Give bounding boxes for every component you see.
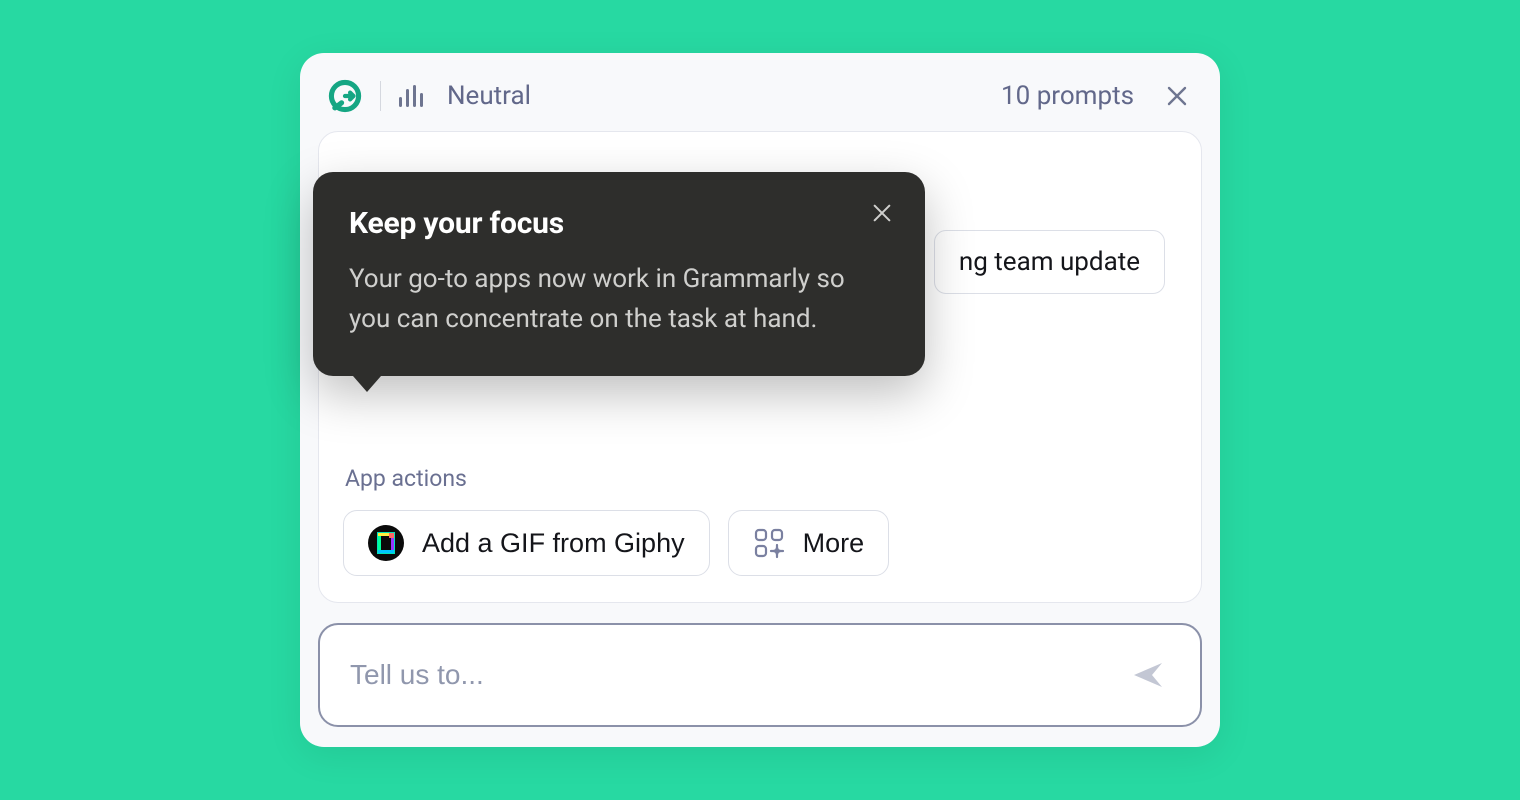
close-button[interactable] — [1162, 81, 1192, 111]
app-actions-row: Add a GIF from Giphy More — [343, 510, 1177, 576]
prompt-input[interactable] — [350, 659, 1126, 691]
assistant-panel: Neutral 10 prompts ng team update App ac… — [300, 53, 1220, 747]
prompt-input-row — [318, 623, 1202, 727]
suggestion-chip-label: ng team update — [959, 247, 1140, 277]
divider — [380, 81, 381, 111]
more-actions-button[interactable]: More — [728, 510, 890, 576]
tooltip-title: Keep your focus — [349, 206, 889, 241]
suggestion-chip[interactable]: ng team update — [934, 230, 1165, 294]
section-label: App actions — [345, 465, 1177, 492]
giphy-icon — [368, 525, 404, 561]
onboarding-tooltip: Keep your focus Your go-to apps now work… — [313, 172, 925, 376]
tone-label[interactable]: Neutral — [447, 81, 531, 111]
tooltip-body: Your go-to apps now work in Grammarly so… — [349, 259, 889, 340]
apps-grid-icon — [753, 527, 785, 559]
grammarly-logo-icon — [328, 79, 362, 113]
giphy-action-label: Add a GIF from Giphy — [422, 528, 685, 559]
tone-bars-icon[interactable] — [399, 85, 423, 107]
panel-header: Neutral 10 prompts — [318, 71, 1202, 131]
send-button[interactable] — [1126, 653, 1170, 697]
giphy-action-button[interactable]: Add a GIF from Giphy — [343, 510, 710, 576]
more-actions-label: More — [803, 528, 865, 559]
prompts-count[interactable]: 10 prompts — [1001, 81, 1134, 111]
tooltip-close-button[interactable] — [867, 198, 897, 228]
